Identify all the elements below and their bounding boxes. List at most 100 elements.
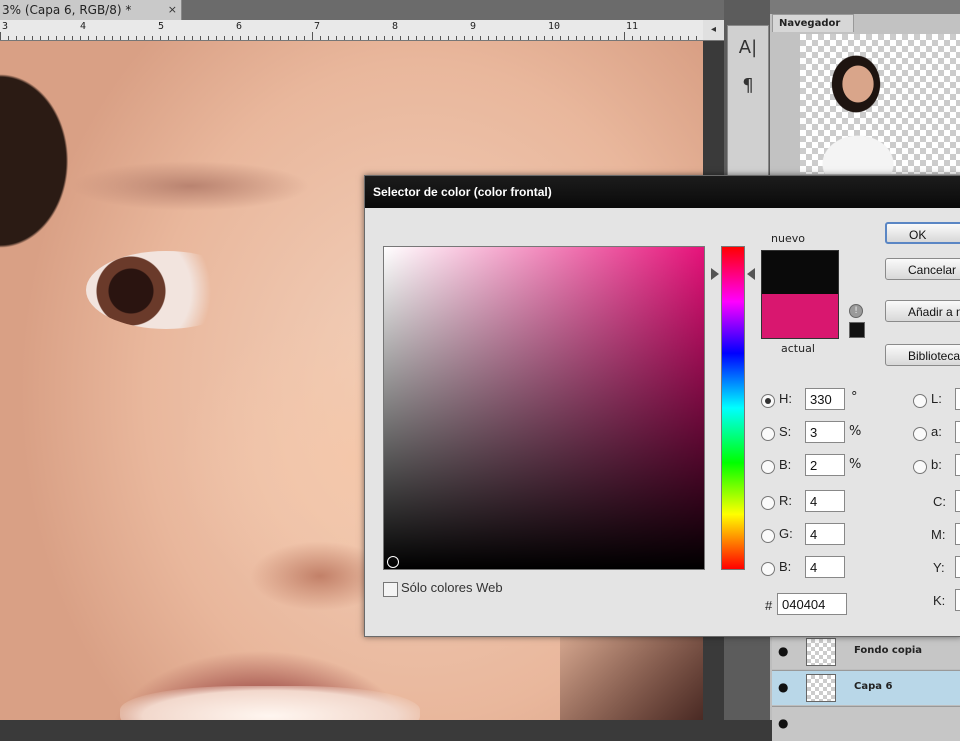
paragraph-tool-icon[interactable]: ¶ [736,74,760,98]
web-safe-color-icon[interactable] [849,322,865,338]
tab-navigator[interactable]: Navegador [772,14,854,32]
hue-slider-right-arrow-icon[interactable] [747,268,755,280]
eye-icon[interactable]: ● [778,681,794,693]
ruler-label: 9 [470,21,477,32]
lab-b-label: b: [931,457,942,472]
ruler-tick [168,36,169,40]
s-radio[interactable] [761,427,775,441]
ruler-tick [104,36,105,40]
hex-input[interactable]: 040404 [777,593,847,615]
c-label: C: [933,494,946,509]
cancel-button[interactable]: Cancelar [885,258,960,280]
k-label: K: [933,593,946,608]
saturation-brightness-field[interactable] [383,246,705,570]
s-unit: % [849,424,862,439]
ruler-tick [112,36,113,40]
blue-input[interactable]: 4 [805,556,845,578]
ruler-tick [160,36,161,40]
ruler-tick [272,36,273,40]
c-input[interactable] [955,490,960,512]
ruler-tick [72,36,73,40]
lab-b-input[interactable] [955,454,960,476]
h-unit: ° [851,390,858,405]
ruler-tick [304,36,305,40]
ruler-tick [528,36,529,40]
ruler-label: 11 [626,21,639,32]
ruler-tick [656,36,657,40]
layer-row-selected[interactable]: ● Capa 6 [772,670,960,705]
hue-slider[interactable] [721,246,745,570]
out-of-gamut-warning-icon[interactable]: ! [849,304,863,318]
eye-icon[interactable]: ● [778,717,794,729]
ruler-tick [144,36,145,40]
current-color-swatch[interactable] [761,294,839,339]
h-input[interactable]: 330 [805,388,845,410]
ruler-tick [360,36,361,40]
hue-slider-left-arrow-icon[interactable] [711,268,719,280]
k-input[interactable] [955,589,960,611]
ruler-tick [432,36,433,40]
blue-radio[interactable] [761,562,775,576]
ruler-tick [328,36,329,40]
b-input[interactable]: 2 [805,454,845,476]
ruler-label: 7 [314,21,321,32]
ruler-tick [680,36,681,40]
lab-b-radio[interactable] [913,460,927,474]
a-input[interactable] [955,421,960,443]
h-radio[interactable] [761,394,775,408]
ruler-tick [128,36,129,40]
ruler-tick [464,36,465,40]
ruler-tick [472,36,473,40]
ruler-tick [352,36,353,40]
s-input[interactable]: 3 [805,421,845,443]
l-input[interactable] [955,388,960,410]
layer-name: Fondo copia [854,645,923,656]
ruler-tick [576,36,577,40]
color-field-cursor[interactable] [387,556,399,568]
layer-thumbnail [806,638,836,666]
layer-row[interactable]: ● Fondo copia [772,634,960,669]
ruler-tick [640,36,641,40]
r-input[interactable]: 4 [805,490,845,512]
add-to-swatches-button[interactable]: Añadir a muestras [885,300,960,322]
eye-icon[interactable]: ● [778,645,794,657]
document-tab-title: 3% (Capa 6, RGB/8) * [2,3,132,17]
a-radio[interactable] [913,427,927,441]
character-tool-icon[interactable]: A| [736,36,760,60]
web-colors-only-label: Sólo colores Web [401,580,503,595]
g-input[interactable]: 4 [805,523,845,545]
ruler-tick [256,36,257,40]
g-radio[interactable] [761,529,775,543]
ok-button[interactable]: OK [885,222,960,244]
current-color-label: actual [781,342,815,355]
web-colors-only-checkbox[interactable] [383,582,398,597]
close-tab-icon[interactable]: × [168,0,177,20]
layer-thumbnail [806,674,836,702]
l-radio[interactable] [913,394,927,408]
ruler-tick [96,36,97,40]
tool-panel: A| ¶ [727,25,769,177]
new-color-label: nuevo [771,232,805,245]
ruler-tick [216,36,217,40]
ruler-tick [400,36,401,40]
document-tab[interactable]: 3% (Capa 6, RGB/8) * × [0,0,182,20]
r-radio[interactable] [761,496,775,510]
m-input[interactable] [955,523,960,545]
ruler-tick [184,36,185,40]
ruler-tick [696,36,697,40]
dialog-title[interactable]: Selector de color (color frontal) [365,176,960,208]
photo-eyebrow [70,161,310,211]
h-label: H: [779,391,792,406]
color-libraries-button[interactable]: Bibliotecas de colores [885,344,960,366]
ruler-tick [264,36,265,40]
layer-row[interactable]: ● [772,706,960,741]
ruler-tick [376,36,377,40]
ruler-tick [480,36,481,40]
a-label: a: [931,424,942,439]
tab-strip [182,0,724,20]
ruler-tick [312,32,313,40]
ruler-scroll-button[interactable]: ◂ [703,20,724,41]
y-input[interactable] [955,556,960,578]
ruler-tick [280,36,281,40]
b-radio[interactable] [761,460,775,474]
